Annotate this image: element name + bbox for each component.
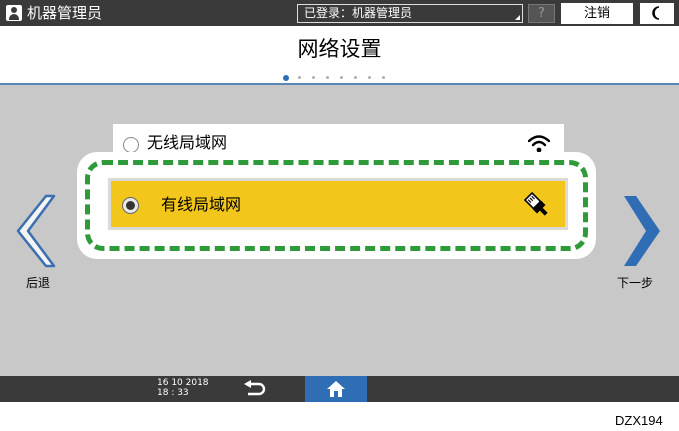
user-icon bbox=[6, 5, 22, 21]
help-button[interactable]: ? bbox=[528, 4, 555, 23]
home-button[interactable] bbox=[305, 376, 367, 402]
user-label: 机器管理员 bbox=[27, 4, 103, 22]
page-dot bbox=[354, 76, 357, 79]
date-time: 16 10 2018 18 : 33 bbox=[157, 378, 209, 398]
page-dot bbox=[368, 76, 371, 79]
page-dot bbox=[298, 76, 301, 79]
page-dot bbox=[312, 76, 315, 79]
page-dot bbox=[340, 76, 343, 79]
back-label: 后退 bbox=[26, 276, 51, 290]
moon-icon bbox=[652, 6, 660, 20]
lan-cable-icon bbox=[523, 191, 548, 216]
next-label: 下一步 bbox=[617, 276, 654, 290]
wifi-icon bbox=[528, 135, 550, 153]
figure-id: DZX194 bbox=[615, 413, 663, 428]
page-dot bbox=[382, 76, 385, 79]
page-dot bbox=[283, 75, 289, 81]
top-bar: 机器管理员 已登录：机器管理员 ? 注销 bbox=[0, 0, 679, 26]
back-arrow-button[interactable] bbox=[16, 194, 56, 268]
option-label: 无线局域网 bbox=[147, 133, 228, 152]
login-status-field[interactable]: 已登录：机器管理员 bbox=[297, 4, 523, 23]
radio-unselected-icon[interactable] bbox=[123, 137, 139, 153]
page-dot bbox=[326, 76, 329, 79]
time-text: 18 : 33 bbox=[157, 388, 189, 398]
energy-saver-button[interactable] bbox=[640, 3, 674, 24]
return-icon[interactable] bbox=[242, 380, 268, 398]
corner-indicator-icon bbox=[515, 15, 520, 20]
date-text: 16 10 2018 bbox=[157, 378, 209, 388]
option-wired-lan[interactable]: 有线局域网 bbox=[108, 178, 568, 230]
radio-selected-icon[interactable] bbox=[122, 197, 139, 214]
login-status-text: 已登录：机器管理员 bbox=[304, 6, 413, 20]
bottom-bar: 16 10 2018 18 : 33 bbox=[0, 376, 679, 402]
next-arrow-button[interactable] bbox=[622, 194, 662, 268]
device-screen: 机器管理员 已登录：机器管理员 ? 注销 网络设置 后退 下一步 无线局域网 有… bbox=[0, 0, 679, 402]
title-bar: 网络设置 bbox=[0, 26, 679, 85]
option-label: 有线局域网 bbox=[161, 195, 242, 214]
page-title: 网络设置 bbox=[297, 37, 382, 61]
home-icon bbox=[327, 381, 345, 397]
logout-button[interactable]: 注销 bbox=[561, 3, 633, 24]
